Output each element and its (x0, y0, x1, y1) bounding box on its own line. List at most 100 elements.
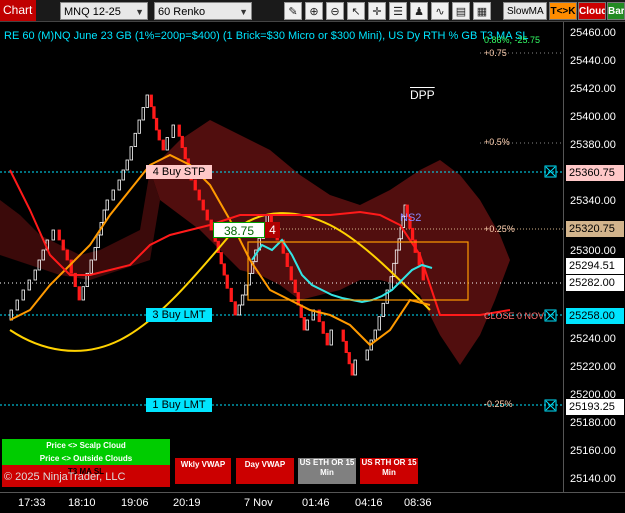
renko-brick (285, 252, 289, 268)
position-pnl[interactable]: 38.75 (213, 222, 265, 238)
templates-icon[interactable]: ▤ (452, 2, 470, 20)
renko-brick (329, 329, 333, 346)
renko-brick (149, 94, 153, 108)
chart-toolbar: Chart MNQ 12-25 ▼ 60 Renko ▼ ✎ ⊕ ⊖ ↖ ✛ ☰ ♟… (0, 0, 625, 22)
renko-brick (137, 119, 141, 134)
renko-brick (77, 286, 81, 301)
weekly-vwap-button[interactable]: Wkly VWAP (175, 458, 231, 484)
price-tick: 25180.00 (570, 417, 616, 429)
renko-brick (61, 239, 65, 251)
order-label-buy-lmt-1[interactable]: 1 Buy LMT (146, 398, 212, 412)
time-tick: 19:06 (121, 497, 149, 509)
renko-brick (225, 274, 229, 289)
renko-brick (105, 199, 109, 211)
time-tick: 20:19 (173, 497, 201, 509)
renko-brick (219, 252, 223, 265)
zoom-out-icon[interactable]: ⊖ (326, 2, 344, 20)
price-tick: 25340.00 (570, 195, 616, 207)
renko-brick (157, 129, 161, 141)
scalp-cloud-button[interactable]: Price <> Scalp Cloud (2, 439, 170, 452)
renko-brick (373, 329, 377, 341)
us-rth-or-button[interactable]: US RTH OR 15 Min (360, 458, 418, 484)
pct-label: CLOSE 0 NOV (484, 311, 545, 321)
renko-brick (21, 289, 25, 301)
renko-brick (341, 329, 345, 342)
bar-type-selector[interactable]: 60 Renko ▼ (154, 2, 252, 20)
time-tick: 01:46 (302, 497, 330, 509)
renko-brick (57, 229, 61, 241)
order-x-markers (544, 165, 557, 412)
time-axis[interactable]: 17:33 18:10 19:06 20:19 7 Nov 01:46 04:1… (0, 492, 625, 513)
data-box-icon[interactable]: ▦ (473, 2, 491, 20)
price-label-last: 25282.00 (566, 275, 624, 291)
price-chart[interactable] (0, 22, 563, 492)
dpp-label: DPP (410, 88, 435, 102)
time-tick: 7 Nov (244, 497, 273, 509)
renko-brick (111, 189, 115, 201)
renko-brick (81, 286, 85, 301)
renko-brick (353, 359, 357, 376)
pencil-icon[interactable]: ✎ (284, 2, 302, 20)
day-vwap-button[interactable]: Day VWAP (236, 458, 294, 484)
crosshair-icon[interactable]: ✛ (368, 2, 386, 20)
cloud-button[interactable]: Cloud (578, 2, 606, 20)
time-tick: 04:16 (355, 497, 383, 509)
renko-brick (133, 132, 137, 148)
cursor-icon[interactable]: ↖ (347, 2, 365, 20)
instrument-selector[interactable]: MNQ 12-25 ▼ (60, 2, 148, 20)
renko-brick (141, 107, 145, 121)
renko-brick (237, 304, 241, 316)
renko-brick (121, 169, 125, 181)
renko-brick (347, 352, 351, 365)
renko-brick (325, 332, 329, 346)
renko-brick (321, 321, 325, 334)
renko-brick (381, 302, 385, 317)
order-label-buy-stp[interactable]: 4 Buy STP (146, 165, 212, 179)
pct-label: +0.75 (484, 48, 507, 58)
renko-brick (65, 249, 69, 261)
renko-brick (289, 266, 293, 281)
price-tick: 25220.00 (570, 361, 616, 373)
bar-type-value: 60 Renko (158, 6, 206, 18)
ns2-label: NS2 (400, 212, 422, 224)
chart-title: RE 60 (M)NQ June 23 GB (1%=200p=$400) (1… (4, 30, 529, 42)
renko-brick (222, 263, 226, 276)
renko-brick (197, 189, 201, 201)
bar-button[interactable]: Bar (607, 2, 625, 20)
indicators-icon[interactable]: ∿ (431, 2, 449, 20)
renko-brick (344, 340, 348, 353)
renko-brick (27, 279, 31, 291)
indicator-select[interactable]: SlowMA (503, 2, 547, 20)
price-tick: 25420.00 (570, 83, 616, 95)
renko-brick (193, 179, 197, 191)
price-tick: 25160.00 (570, 445, 616, 457)
chevron-down-icon: ▼ (135, 7, 144, 17)
renko-brick (305, 319, 309, 331)
price-tick: 25400.00 (570, 111, 616, 123)
outside-clouds-button[interactable]: Price <> Outside Clouds (2, 452, 170, 465)
renko-brick (240, 294, 245, 306)
strategies-icon[interactable]: ♟ (410, 2, 428, 20)
us-eth-or-button[interactable]: US ETH OR 15 Min (298, 458, 356, 484)
price-axis[interactable]: 25460.00 25440.00 25420.00 25400.00 2538… (563, 22, 625, 492)
renko-brick (233, 301, 237, 316)
properties-icon[interactable]: ☰ (389, 2, 407, 20)
tck-button[interactable]: T<>K (549, 2, 577, 20)
chevron-down-icon: ▼ (239, 7, 248, 17)
renko-brick (161, 139, 165, 151)
renko-brick (244, 284, 248, 296)
order-label-buy-lmt-3[interactable]: 3 Buy LMT (146, 308, 212, 322)
renko-brick (365, 349, 369, 361)
price-label-limit-1: 25193.25 (566, 399, 624, 415)
renko-brick (154, 117, 159, 131)
price-tick: 25240.00 (570, 333, 616, 345)
zoom-in-icon[interactable]: ⊕ (305, 2, 323, 20)
renko-brick (350, 363, 354, 376)
renko-brick (177, 124, 181, 137)
pct-label: 0.86%, -25.75 (484, 35, 541, 45)
renko-brick (171, 124, 175, 138)
chart-tab[interactable]: Chart (0, 0, 36, 21)
price-tick: 25460.00 (570, 27, 616, 39)
renko-brick (410, 227, 415, 241)
position-quantity[interactable]: 4 (265, 222, 280, 238)
